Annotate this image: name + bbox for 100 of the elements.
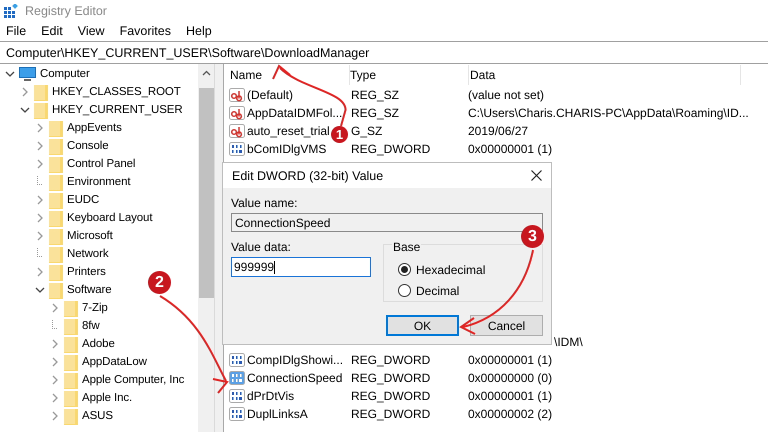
chevron-right-icon[interactable] <box>20 87 30 97</box>
chevron-right-icon[interactable] <box>50 339 60 349</box>
table-cell[interactable]: ConnectionSpeed <box>247 371 342 385</box>
table-cell-text: REG_DWORD <box>350 407 432 421</box>
folder-icon <box>64 354 78 370</box>
chevron-right-icon[interactable] <box>35 159 45 169</box>
tree-connector-icon <box>52 320 58 328</box>
menu-item[interactable]: Help <box>186 24 212 38</box>
table-cell-text: REG_SZ <box>350 88 400 102</box>
chevron-right-icon[interactable] <box>50 303 60 313</box>
tree-item[interactable]: Apple Inc. <box>82 392 132 404</box>
chevron-right-icon[interactable] <box>35 267 45 277</box>
scroll-up-icon[interactable] <box>202 70 210 76</box>
folder-icon <box>49 228 63 244</box>
table-cell[interactable]: auto_reset_trial <box>247 124 330 138</box>
tree-item[interactable]: 8fw <box>82 320 100 332</box>
field-label: Value data: <box>231 240 292 254</box>
folder-icon <box>49 210 63 226</box>
monitor-icon <box>19 66 36 82</box>
close-icon[interactable] <box>531 170 542 181</box>
tree-item[interactable]: Environment <box>67 176 130 188</box>
chevron-right-icon[interactable] <box>50 357 60 367</box>
folder-icon <box>64 300 78 316</box>
window-title: Registry Editor <box>25 4 107 18</box>
tree-item[interactable]: 7-Zip <box>82 302 108 314</box>
table-cell-text: REG_DWORD <box>350 142 432 156</box>
radio-button[interactable] <box>398 284 411 297</box>
value-data-field[interactable]: 999999 <box>231 257 371 277</box>
chevron-right-icon[interactable] <box>35 213 45 223</box>
table-cell-text: REG_SZ <box>350 106 400 120</box>
folder-icon <box>49 192 63 208</box>
table-cell-text: 0x00000001 (1) <box>468 389 554 403</box>
chevron-right-icon[interactable] <box>50 375 60 385</box>
step-badge: 1 <box>331 126 348 143</box>
tree-item[interactable]: Software <box>67 284 112 296</box>
chevron-right-icon[interactable] <box>35 195 45 205</box>
column-header[interactable]: Name <box>229 65 350 85</box>
column-header[interactable]: Data <box>469 65 741 85</box>
dialog-title: Edit DWORD (32-bit) Value <box>232 168 384 182</box>
tree-item[interactable]: HKEY_CURRENT_USER <box>52 104 183 116</box>
folder-icon <box>34 84 48 100</box>
tree-item[interactable]: Microsoft <box>67 230 113 242</box>
table-cell-text: C:\Users\Charis.CHARIS-PC\AppData\Roaming\ID... <box>468 106 750 120</box>
table-cell-text: 0x00000001 (1) <box>468 142 554 156</box>
tree-item[interactable]: AppEvents <box>67 122 122 134</box>
scrollbar[interactable] <box>198 64 214 432</box>
chevron-right-icon[interactable] <box>50 393 60 403</box>
dialog-button[interactable]: OK <box>386 315 459 336</box>
chevron-right-icon[interactable] <box>35 123 45 133</box>
folder-icon <box>49 282 63 298</box>
table-cell[interactable]: CompIDlgShowi... <box>247 353 344 367</box>
tree-item[interactable]: EUDC <box>67 194 100 206</box>
table-cell[interactable]: bComIDlgVMS <box>247 142 326 156</box>
menu-item[interactable]: Favorites <box>120 24 171 38</box>
chevron-right-icon[interactable] <box>35 141 45 151</box>
table-cell-text: G_SZ <box>350 124 384 138</box>
column-header[interactable]: Type <box>350 65 469 85</box>
tree-item[interactable]: Apple Computer, Inc <box>82 374 184 386</box>
folder-icon <box>34 102 48 118</box>
radio-label[interactable]: Decimal <box>416 284 460 298</box>
folder-icon <box>49 174 63 190</box>
scrollbar-thumb[interactable] <box>198 88 214 298</box>
tree-connector-icon <box>37 176 43 184</box>
group-label: Base <box>392 240 422 254</box>
tree-item[interactable]: Console <box>67 140 108 152</box>
radio-label[interactable]: Hexadecimal <box>416 262 486 276</box>
table-cell-text: 0x00000001 (1) <box>468 353 554 367</box>
tree-item[interactable]: Keyboard Layout <box>67 212 152 224</box>
chevron-right-icon[interactable] <box>50 411 60 421</box>
chevron-down-icon[interactable] <box>5 69 15 79</box>
table-cell[interactable]: (Default) <box>247 88 294 102</box>
chevron-down-icon[interactable] <box>35 285 45 295</box>
table-cell[interactable]: AppDataIDMFol... <box>247 106 342 120</box>
menu-item[interactable]: File <box>6 24 26 38</box>
tree-item[interactable]: Adobe <box>82 338 115 350</box>
tree-item[interactable]: Printers <box>67 266 106 278</box>
table-cell[interactable]: DuplLinksA <box>247 407 308 421</box>
table-cell-text: REG_DWORD <box>350 371 432 385</box>
field-label: Value name: <box>231 196 298 210</box>
step-badge: 2 <box>148 271 171 294</box>
table-cell-text: 0x00000002 (2) <box>468 407 554 421</box>
tree-item[interactable]: Network <box>67 248 108 260</box>
menu-item[interactable]: View <box>78 24 105 38</box>
folder-icon <box>49 246 63 262</box>
tree-item[interactable]: AppDataLow <box>82 356 147 368</box>
tree-item[interactable]: Control Panel <box>67 158 136 170</box>
menu-item[interactable]: Edit <box>41 24 63 38</box>
table-cell-text: \IDM\ <box>553 335 584 349</box>
tree-item[interactable]: Computer <box>40 68 90 80</box>
registry-icon <box>4 4 18 18</box>
radio-button[interactable] <box>398 263 411 276</box>
folder-icon <box>64 408 78 424</box>
chevron-down-icon[interactable] <box>20 105 30 115</box>
dialog-button[interactable]: Cancel <box>470 315 543 336</box>
address-field[interactable]: Computer\HKEY_CURRENT_USER\Software\DownloadManager <box>0 41 768 64</box>
tree-item[interactable]: ASUS <box>82 410 113 422</box>
table-cell[interactable]: dPrDtVis <box>247 389 294 403</box>
tree-item[interactable]: HKEY_CLASSES_ROOT <box>52 86 181 98</box>
tree-connector-icon <box>37 248 43 256</box>
chevron-right-icon[interactable] <box>35 231 45 241</box>
